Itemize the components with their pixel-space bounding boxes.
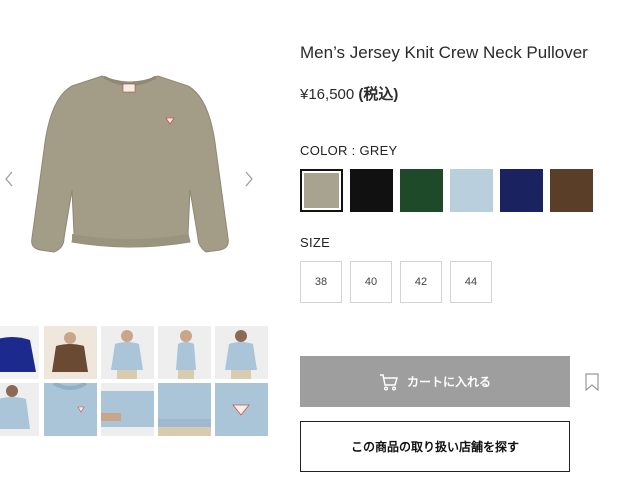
bookmark-button[interactable] bbox=[584, 373, 600, 392]
bookmark-icon bbox=[585, 373, 599, 392]
find-store-button[interactable]: この商品の取り扱い店舗を探す bbox=[300, 421, 570, 472]
cart-button-label: カートに入れる bbox=[406, 375, 491, 389]
color-swatch-light-blue[interactable] bbox=[450, 169, 493, 212]
thumbnail-back-half[interactable] bbox=[0, 383, 39, 436]
thumbnail-gallery bbox=[0, 326, 270, 438]
gallery-next-button[interactable] bbox=[242, 170, 256, 188]
tax-label: (税込) bbox=[358, 86, 399, 103]
price-value: ¥16,500 bbox=[300, 86, 355, 103]
color-swatch-green[interactable] bbox=[400, 169, 443, 212]
cart-icon bbox=[379, 373, 398, 391]
thumbnail-logo-closeup[interactable] bbox=[215, 383, 268, 436]
thumbnail-brown[interactable] bbox=[44, 326, 97, 379]
color-label: COLOR : GREY bbox=[300, 143, 398, 158]
thumbnail-navy[interactable] bbox=[0, 326, 39, 379]
chevron-left-icon bbox=[5, 171, 13, 187]
thumbnail-back-model[interactable] bbox=[215, 326, 268, 379]
thumbnail-sleeve-closeup[interactable] bbox=[101, 383, 154, 436]
thumbnail-chest-closeup[interactable] bbox=[44, 383, 97, 436]
thumbnail-side-model[interactable] bbox=[158, 326, 211, 379]
size-label: SIZE bbox=[300, 235, 331, 250]
size-option-40[interactable]: 40 bbox=[350, 261, 392, 303]
color-swatch-brown[interactable] bbox=[550, 169, 593, 212]
size-option-38[interactable]: 38 bbox=[300, 261, 342, 303]
product-title: Men’s Jersey Knit Crew Neck Pullover bbox=[300, 43, 588, 62]
size-option-44[interactable]: 44 bbox=[450, 261, 492, 303]
main-product-image bbox=[20, 70, 240, 270]
color-swatch-black[interactable] bbox=[350, 169, 393, 212]
thumbnail-hem-closeup[interactable] bbox=[158, 383, 211, 436]
size-option-42[interactable]: 42 bbox=[400, 261, 442, 303]
add-to-cart-button[interactable]: カートに入れる bbox=[300, 356, 570, 407]
color-swatch-navy[interactable] bbox=[500, 169, 543, 212]
thumbnail-front-model[interactable] bbox=[101, 326, 154, 379]
gallery-prev-button[interactable] bbox=[2, 170, 16, 188]
product-price: ¥16,500 (税込) bbox=[300, 83, 398, 104]
color-swatch-grey[interactable] bbox=[300, 169, 343, 212]
chevron-right-icon bbox=[245, 171, 253, 187]
